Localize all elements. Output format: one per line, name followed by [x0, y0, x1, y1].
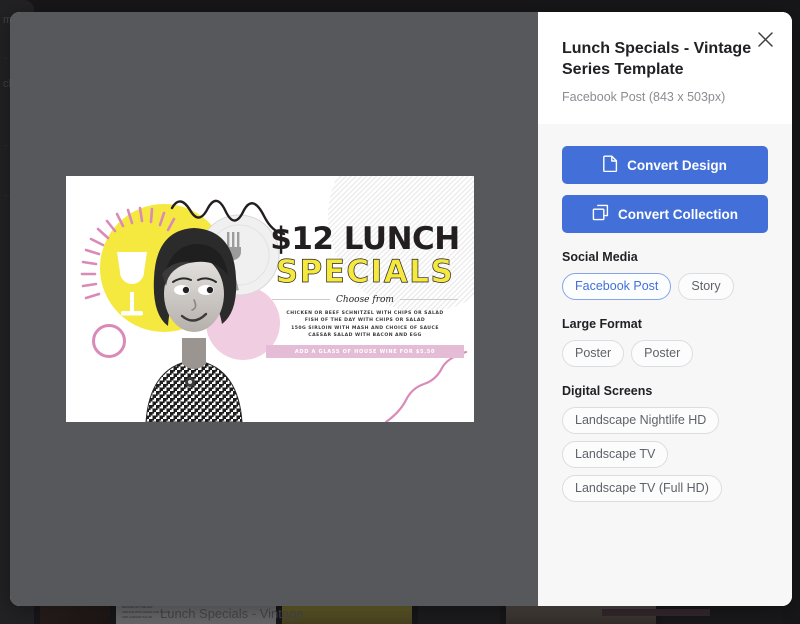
design-menu-item: CHICKEN OR BEEF SCHNITZEL WITH CHIPS OR …	[286, 310, 444, 316]
chip-landscape-tv-full-hd[interactable]: Landscape TV (Full HD)	[562, 475, 722, 503]
decor-pink-ring	[92, 324, 126, 358]
design-choose-from-row: Choose from	[266, 295, 464, 305]
chip-landscape-nightlife-hd[interactable]: Landscape Nightlife HD	[562, 407, 720, 435]
design-wine-banner: ADD A GLASS OF HOUSE WINE FOR $5.50	[266, 345, 464, 359]
design-headline: $12 LUNCH	[270, 221, 460, 257]
design-text-block: $12 LUNCH SPECIALS Choose from CHICKEN O…	[266, 221, 464, 359]
design-choose-from-label: Choose from	[336, 294, 394, 305]
convert-design-label: Convert Design	[627, 157, 727, 173]
design-preview-pane: $12 LUNCH SPECIALS Choose from CHICKEN O…	[10, 12, 538, 606]
close-icon[interactable]	[752, 26, 778, 52]
panel-body: Convert Design Convert Collection Social…	[538, 124, 792, 606]
design-menu-item: CAESAR SALAD WITH BACON AND EGG	[308, 333, 422, 339]
section-title-social-media: Social Media	[562, 250, 638, 265]
decor-pink-squiggle	[384, 350, 468, 422]
design-menu-list: CHICKEN OR BEEF SCHNITZEL WITH CHIPS OR …	[266, 310, 464, 340]
template-options-panel: Lunch Specials - Vintage Series Template…	[538, 12, 792, 606]
chip-facebook-post[interactable]: Facebook Post	[562, 273, 672, 301]
convert-collection-label: Convert Collection	[617, 206, 738, 222]
template-detail-modal: $12 LUNCH SPECIALS Choose from CHICKEN O…	[10, 12, 792, 606]
convert-collection-button[interactable]: Convert Collection	[562, 195, 768, 234]
chip-group-social-media: Facebook Post Story	[562, 273, 768, 301]
design-preview-image[interactable]: $12 LUNCH SPECIALS Choose from CHICKEN O…	[66, 176, 474, 422]
convert-design-button[interactable]: Convert Design	[562, 146, 768, 185]
divider-left	[272, 299, 331, 301]
divider-right	[399, 299, 459, 301]
design-wine-banner-text: ADD A GLASS OF HOUSE WINE FOR $5.50	[294, 348, 436, 355]
collection-icon	[592, 204, 609, 224]
chip-poster-2[interactable]: Poster	[631, 340, 694, 368]
panel-header: Lunch Specials - Vintage Series Template…	[538, 12, 792, 125]
chip-poster-1[interactable]: Poster	[562, 340, 625, 368]
chip-group-digital-screens: Landscape Nightlife HD Landscape TV Land…	[562, 407, 768, 503]
section-title-digital-screens: Digital Screens	[562, 384, 653, 399]
chip-landscape-tv[interactable]: Landscape TV	[562, 441, 669, 469]
page-title: Lunch Specials - Vintage Series Template	[562, 40, 752, 79]
decor-vintage-woman-photo	[145, 228, 243, 422]
document-icon	[603, 155, 618, 175]
chip-story[interactable]: Story	[678, 273, 734, 301]
section-title-large-format: Large Format	[562, 317, 642, 332]
design-menu-item: 150G SIRLOIN WITH MASH AND CHOICE OF SAU…	[291, 325, 439, 331]
chip-group-large-format: Poster Poster	[562, 340, 768, 368]
design-subheadline: SPECIALS	[275, 254, 455, 290]
template-dimensions-label: Facebook Post (843 x 503px)	[562, 90, 726, 105]
design-menu-item: FISH OF THE DAY WITH CHIPS OR SALAD	[304, 318, 426, 324]
